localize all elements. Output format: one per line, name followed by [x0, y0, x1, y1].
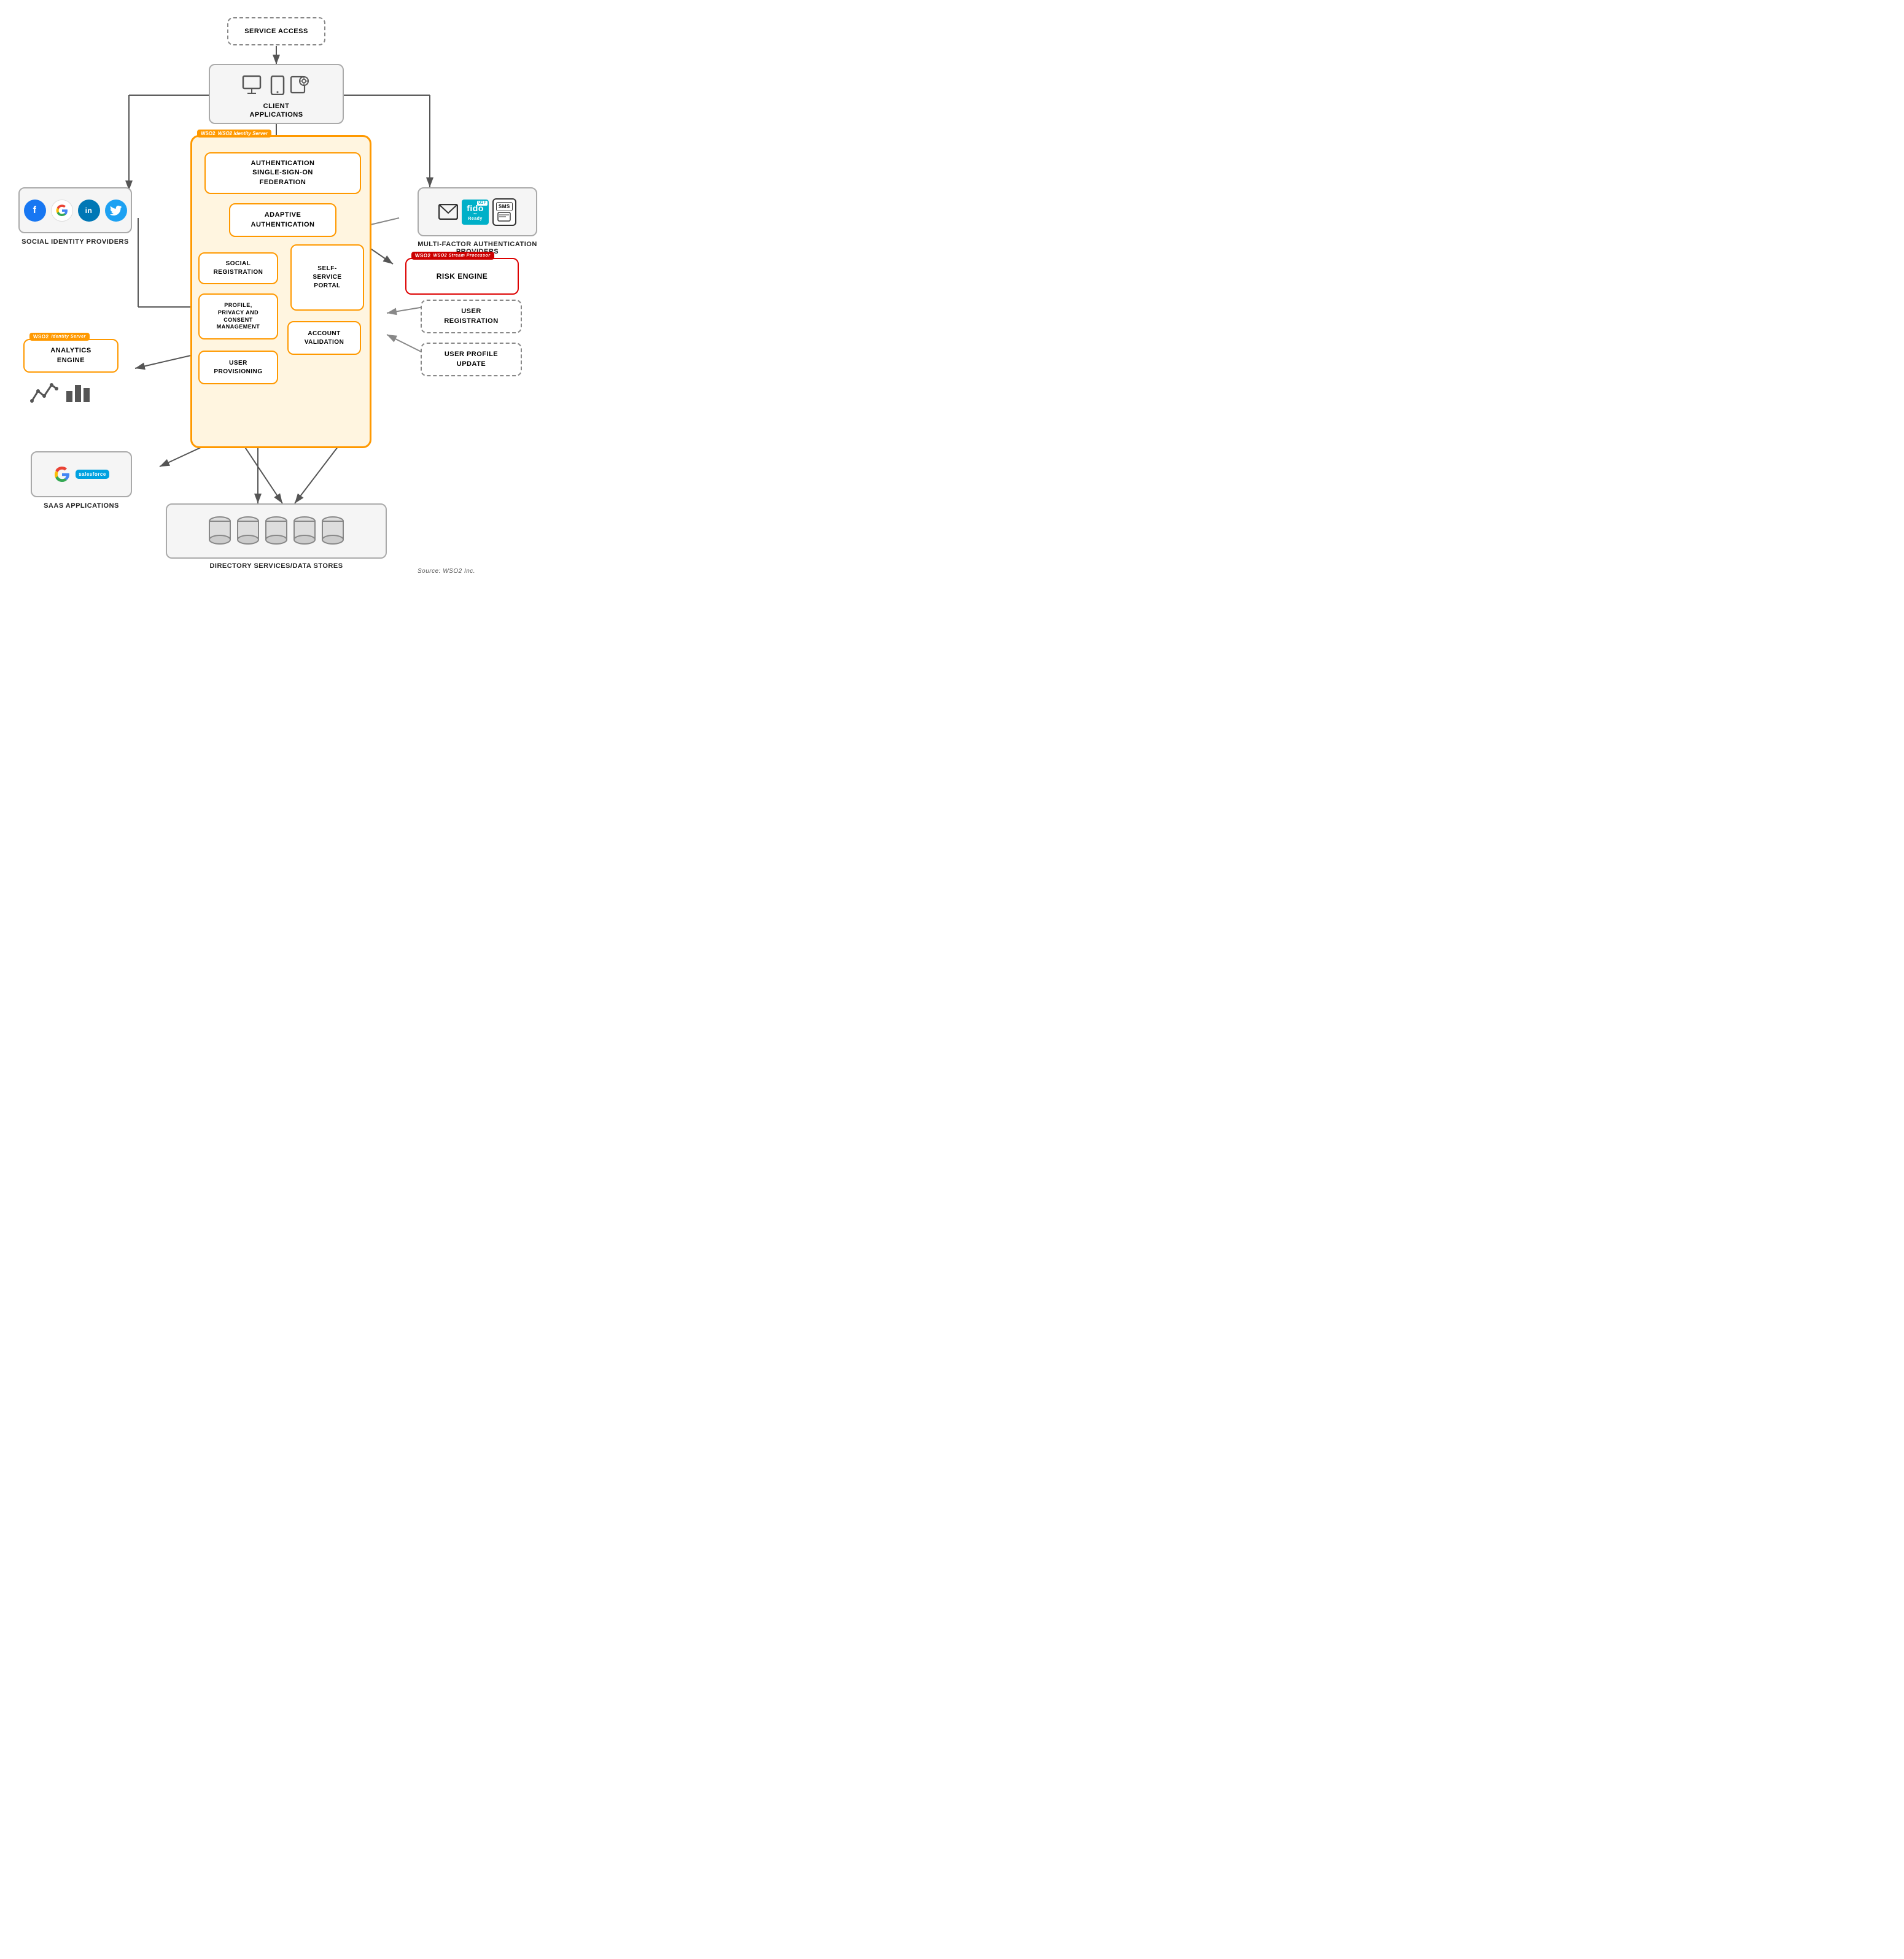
client-applications-box: CLIENT APPLICATIONS: [209, 64, 344, 124]
monitor-icon: [242, 75, 265, 96]
profile-privacy-box: PROFILE, PRIVACY AND CONSENT MANAGEMENT: [198, 293, 278, 339]
service-access-box: SERVICE ACCESS: [227, 17, 325, 45]
db-cylinder-4: [293, 515, 316, 545]
adaptive-auth-label: ADAPTIVE AUTHENTICATION: [251, 211, 315, 230]
user-profile-update-label: USER PROFILE UPDATE: [445, 350, 498, 369]
self-service-portal-label: SELF- SERVICE PORTAL: [313, 265, 341, 290]
directory-services-box: [166, 503, 387, 559]
facebook-icon: f: [24, 200, 46, 222]
account-validation-box: ACCOUNT VALIDATION: [287, 321, 361, 355]
saas-applications-box: salesforce: [31, 451, 132, 497]
analytics-wso2-badge: WSO2 Identity Server: [29, 333, 90, 341]
db-cylinder-5: [321, 515, 344, 545]
bar-chart-icon: [64, 379, 93, 403]
profile-privacy-label: PROFILE, PRIVACY AND CONSENT MANAGEMENT: [217, 302, 260, 331]
user-provisioning-box: USER PROVISIONING: [198, 351, 278, 384]
user-registration-label: USER REGISTRATION: [444, 307, 498, 326]
google-g-icon: [53, 466, 71, 483]
self-service-portal-box: SELF- SERVICE PORTAL: [290, 244, 364, 311]
tablet-icon: [270, 76, 285, 95]
client-app-icons: [236, 69, 317, 102]
adaptive-auth-box: ADAPTIVE AUTHENTICATION: [229, 203, 336, 237]
account-validation-label: ACCOUNT VALIDATION: [305, 330, 344, 347]
saas-icons: salesforce: [53, 466, 109, 483]
twitter-icon: [105, 200, 127, 222]
google-icon: [51, 200, 73, 222]
analytics-engine-container: WSO2 Identity Server ANALYTICS ENGINE: [23, 339, 119, 397]
mfa-icons: fido U2F ™ Ready SMS: [433, 193, 521, 231]
settings-icon: [290, 75, 311, 96]
auth-sso-box: AUTHENTICATION SINGLE-SIGN-ON FEDERATION: [204, 152, 361, 194]
service-access-label: SERVICE ACCESS: [244, 28, 308, 35]
user-profile-update-box: USER PROFILE UPDATE: [421, 343, 522, 376]
directory-services-label: DIRECTORY SERVICES/DATA STORES: [166, 562, 387, 570]
user-provisioning-label: USER PROVISIONING: [214, 359, 262, 376]
sms-icon: SMS: [492, 198, 516, 226]
db-cylinder-3: [265, 515, 288, 545]
client-applications-label: CLIENT APPLICATIONS: [249, 102, 303, 120]
chart-icons: [29, 379, 125, 403]
wso2-identity-server-badge: WSO2 WSO2 Identity Server: [197, 130, 271, 138]
db-icons: [208, 515, 344, 547]
diagram: SERVICE ACCESS: [0, 0, 553, 583]
social-registration-box: SOCIAL REGISTRATION: [198, 252, 278, 284]
social-registration-label: SOCIAL REGISTRATION: [214, 260, 263, 277]
db-cylinder-1: [208, 515, 231, 545]
source-label: Source: WSO2 Inc.: [418, 568, 475, 575]
social-identity-providers-box: f in: [18, 187, 132, 233]
analytics-engine-box: WSO2 Identity Server ANALYTICS ENGINE: [23, 339, 119, 373]
multi-factor-auth-box: fido U2F ™ Ready SMS: [418, 187, 537, 236]
risk-engine-label: RISK ENGINE: [437, 272, 488, 281]
social-icons-row: f in: [23, 198, 128, 223]
wso2-identity-server-frame: WSO2 WSO2 Identity Server AUTHENTICATION…: [190, 135, 371, 448]
saas-applications-label: SAAS APPLICATIONS: [31, 502, 132, 510]
risk-engine-box: WSO2 WSO2 Stream Processor RISK ENGINE: [405, 258, 519, 295]
analytics-engine-label: ANALYTICS ENGINE: [50, 346, 91, 365]
fido-icon: fido U2F ™ Ready: [462, 200, 489, 225]
db-cylinder-2: [236, 515, 260, 545]
salesforce-icon: salesforce: [76, 470, 109, 479]
email-icon: [438, 204, 458, 220]
user-registration-box: USER REGISTRATION: [421, 300, 522, 333]
auth-sso-label: AUTHENTICATION SINGLE-SIGN-ON FEDERATION: [251, 159, 315, 187]
line-chart-icon: [29, 379, 59, 403]
risk-engine-container: WSO2 WSO2 Stream Processor RISK ENGINE: [405, 258, 519, 295]
wso2-stream-processor-badge: WSO2 WSO2 Stream Processor: [411, 252, 494, 260]
linkedin-icon: in: [78, 200, 100, 222]
social-identity-providers-label: SOCIAL IDENTITY PROVIDERS: [18, 238, 132, 246]
